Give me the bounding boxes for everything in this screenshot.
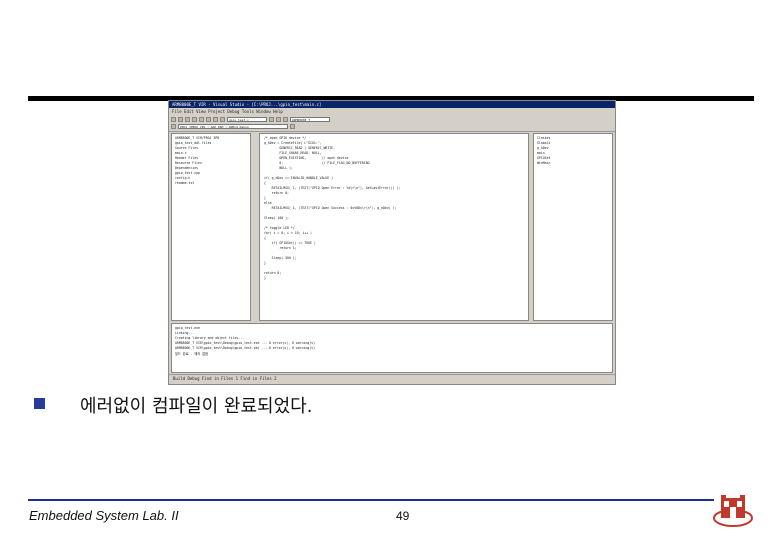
code-line: if( GPIOSet() == TRUE )	[264, 241, 316, 245]
code-line: RETAILMSG( 1, (TEXT("GPIO Open Success :…	[264, 206, 397, 210]
code-line: return 0;	[264, 271, 282, 275]
save-icon	[185, 116, 190, 122]
class-item: WinMain	[537, 161, 551, 165]
new-file-icon	[171, 116, 176, 122]
output-line: Linking...	[175, 331, 195, 335]
class-item: g_hDev	[537, 146, 549, 150]
code-line: return 1;	[264, 246, 297, 250]
code-line: for( i = 0; i < 10; i++ )	[264, 231, 312, 235]
tree-item: main.c	[175, 151, 187, 155]
compile-icon	[171, 123, 176, 129]
bullet-square	[34, 398, 45, 409]
code-line: /* toggle LED */	[264, 226, 295, 230]
code-line: if( g_hDev == INVALID_HANDLE_VALUE )	[264, 176, 334, 180]
output-line: gpio_test.exe	[175, 326, 200, 330]
toolbar-row-1: gpio_test.c ARM8800E_T	[171, 116, 330, 122]
code-line: {	[264, 236, 266, 240]
project-field: ARM8800E_T	[290, 116, 330, 122]
ide-screenshot: ARM8800E_T VIR - Visual Studio - [C:\PRO…	[168, 100, 616, 385]
cut-icon	[192, 116, 197, 122]
tree-item: config.h	[175, 176, 191, 180]
stop-icon	[290, 123, 295, 129]
tree-item: readme.txt	[175, 181, 195, 185]
code-line: FILE_SHARE_READ, NULL,	[264, 151, 322, 155]
function-field: gpio_test.c	[227, 116, 267, 122]
build-icon	[276, 116, 281, 122]
tree-item: Header Files	[175, 156, 199, 160]
university-logo	[713, 495, 753, 527]
code-line: /* open GPIO device */	[264, 136, 307, 140]
code-line: }	[264, 196, 266, 200]
code-line: return 0;	[264, 191, 289, 195]
output-line: Creating library and object files...	[175, 336, 245, 340]
ide-title-bar: ARM8800E_T VIR - Visual Studio - [C:\PRO…	[169, 101, 615, 108]
code-line: }	[264, 261, 266, 265]
code-line: g_hDev = CreateFile( L"GIO1:",	[264, 141, 322, 145]
code-line: else	[264, 201, 272, 205]
ide-toolbar: gpio_test.c ARM8800E_T PROJ 3PBOO VIR | …	[169, 115, 615, 132]
code-editor: /* open GPIO device */g_hDev = CreateFil…	[259, 133, 529, 321]
undo-icon	[213, 116, 218, 122]
class-item: Classes	[537, 136, 551, 140]
tree-item: Resource Files	[175, 161, 202, 165]
code-line: {	[264, 181, 266, 185]
class-item: main	[537, 151, 545, 155]
ide-menu-bar: File Edit View Project Debug Tools Windo…	[172, 109, 283, 114]
tree-item: Source Files	[175, 146, 199, 150]
class-view: Classes Globals g_hDev main GPIOSet WinMain	[533, 133, 613, 321]
code-line: RETAILMSG( 1, (TEXT("GPIO Open Error : %…	[264, 186, 401, 190]
class-item: Globals	[537, 141, 551, 145]
footer-lab-name: Embedded System Lab. II	[29, 508, 179, 523]
config-field: PROJ 3PBOO VIR | GAP RAM | ARMv4 Debug	[178, 123, 288, 129]
code-line: GENERIC_READ | GENERIC_WRITE,	[264, 146, 336, 150]
output-line: ARM8800E_T VIR\gpio_test\Debug\gpio_test…	[175, 346, 316, 350]
tree-item: gpio_test.cpp	[175, 171, 200, 175]
page-number: 49	[396, 509, 410, 523]
output-tabs: Build Debug Find in Files 1 Find in File…	[169, 374, 615, 382]
workspace-tree: ARM8800E_T VIR/PROJ 3PB gpio_test_ddl fil…	[171, 133, 251, 321]
code-line: }	[264, 276, 266, 280]
tree-item: Dependencies	[175, 166, 199, 170]
bottom-rule	[28, 499, 714, 501]
find-icon	[269, 116, 274, 122]
open-icon	[178, 116, 183, 122]
caption-text: 에러없이 컴파일이 완료되었다.	[80, 396, 313, 417]
run-icon	[283, 116, 288, 122]
code-line: 0, // FILE_FLAG_NO_BUFFERING	[264, 161, 370, 165]
redo-icon	[220, 116, 225, 122]
output-line: 빌드 완료 - 에러 없음	[175, 352, 209, 356]
code-line: Sleep( 500 );	[264, 256, 297, 260]
tree-item: ARM8800E_T VIR/PROJ 3PB	[175, 136, 220, 140]
copy-icon	[199, 116, 204, 122]
code-line: OPEN_EXISTING, // open device	[264, 156, 349, 160]
paste-icon	[206, 116, 211, 122]
output-line: ARM8800E_T VIR\gpio_test\Debug\gpio_test…	[175, 341, 316, 345]
output-window: gpio_test.exe Linking... Creating library …	[171, 323, 613, 373]
code-line: NULL );	[264, 166, 293, 170]
class-item: GPIOSet	[537, 156, 551, 160]
code-line: Sleep( 100 );	[264, 216, 289, 220]
toolbar-row-2: PROJ 3PBOO VIR | GAP RAM | ARMv4 Debug	[171, 123, 295, 129]
tree-item: gpio_test_ddl files	[175, 141, 212, 145]
